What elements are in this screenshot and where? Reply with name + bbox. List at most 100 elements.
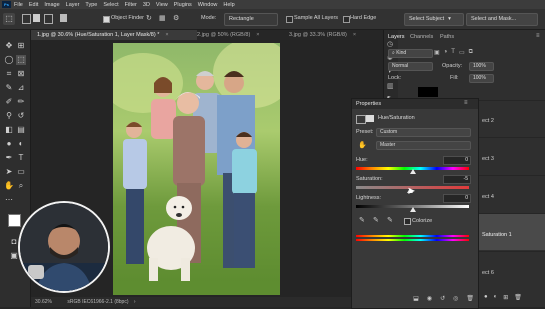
show-all-objects-icon[interactable]: ▦ (159, 14, 166, 22)
eyedropper-tool-icon[interactable]: ✎ (4, 83, 14, 93)
hand-tool-icon[interactable]: ✋ (4, 181, 14, 191)
adjustment-layer-icon[interactable]: ◐ (494, 294, 498, 304)
ruler-tool-icon[interactable]: ⊿ (16, 83, 26, 93)
delete-icon[interactable]: 🗑 (466, 295, 474, 305)
styles-icon[interactable]: ▥ (387, 82, 394, 90)
frame-tool-icon[interactable]: ⊠ (16, 69, 26, 79)
eyedropper-icon[interactable]: ✎ (359, 216, 365, 224)
intersect-selection-icon[interactable] (60, 14, 67, 22)
select-and-mask-button[interactable]: Select and Mask... (466, 13, 538, 26)
tab-3-jpg[interactable]: 3.jpg @ 33.3% (RGB/8) × (283, 30, 389, 40)
channel-dropdown[interactable]: Master (376, 141, 471, 150)
filter-smart-icon[interactable]: ⧉ (469, 49, 473, 57)
select-subject-button[interactable]: Select Subject ▾ (404, 13, 464, 26)
path-selection-tool-icon[interactable]: ➤ (4, 167, 14, 177)
properties-header[interactable]: Properties ≡ (352, 99, 478, 109)
eyedropper-subtract-icon[interactable]: ✎ (387, 216, 393, 224)
foreground-color-swatch[interactable] (8, 214, 21, 227)
clip-to-layer-icon[interactable]: ⬓ (413, 295, 419, 305)
opacity-field[interactable]: 100% (469, 62, 494, 71)
tab-layers[interactable]: Layers (388, 34, 405, 40)
chevron-right-icon[interactable]: › (134, 299, 136, 305)
rectangle-tool-icon[interactable]: ▭ (16, 167, 26, 177)
close-icon[interactable]: × (353, 32, 356, 38)
close-icon[interactable]: × (165, 32, 168, 38)
tab-channels[interactable]: Channels (410, 34, 433, 40)
sample-all-layers-checkbox[interactable] (286, 16, 293, 23)
new-layer-icon[interactable]: ● (484, 294, 488, 304)
eyedropper-add-icon[interactable]: ✎ (373, 216, 379, 224)
colorize-checkbox[interactable] (404, 218, 411, 225)
layer-name[interactable]: ect 2 (482, 118, 494, 124)
hard-edge-checkbox[interactable] (343, 16, 350, 23)
filter-adjustment-icon[interactable]: ◑ (444, 49, 448, 57)
filter-kind-dropdown[interactable]: ⌕ Kind (388, 49, 433, 58)
filter-shape-icon[interactable]: ▭ (459, 49, 465, 57)
targeted-adjustment-hand-icon[interactable]: ✋ (358, 141, 367, 149)
menu-image[interactable]: Image (44, 2, 59, 8)
type-tool-icon[interactable]: T (16, 153, 26, 163)
eraser-tool-icon[interactable]: ◧ (4, 125, 14, 135)
delete-layer-icon[interactable]: 🗑 (514, 294, 522, 304)
menu-edit[interactable]: Edit (29, 2, 38, 8)
settings-gear-icon[interactable]: ⚙ (173, 14, 179, 22)
tab-paths[interactable]: Paths (440, 34, 454, 40)
menu-3d[interactable]: 3D (143, 2, 150, 8)
clone-stamp-tool-icon[interactable]: ⚲ (4, 111, 14, 121)
pen-tool-icon[interactable]: ✒ (4, 153, 14, 163)
menu-file[interactable]: File (14, 2, 23, 8)
menu-plugins[interactable]: Plugins (174, 2, 192, 8)
history-icon[interactable]: ◷ (387, 40, 393, 48)
menu-filter[interactable]: Filter (125, 2, 137, 8)
menu-layer[interactable]: Layer (66, 2, 80, 8)
crop-tool-icon[interactable]: ⌗ (4, 69, 14, 79)
reset-icon[interactable]: ↺ (440, 295, 445, 305)
filter-pixel-icon[interactable]: ▣ (434, 49, 440, 57)
add-layer-icon[interactable]: ⊞ (503, 294, 508, 304)
preset-dropdown[interactable]: Custom (376, 128, 471, 137)
visibility-eye-icon[interactable]: ◎ (453, 295, 458, 305)
dodge-tool-icon[interactable]: ◐ (16, 139, 26, 149)
hue-field[interactable]: 0 (443, 156, 471, 165)
object-finder-checkbox[interactable] (103, 16, 110, 23)
history-brush-tool-icon[interactable]: ↺ (16, 111, 26, 121)
menu-help[interactable]: Help (223, 2, 234, 8)
menu-view[interactable]: View (156, 2, 168, 8)
artboard-tool-icon[interactable]: ⊞ (16, 41, 26, 51)
subtract-selection-icon[interactable] (44, 14, 53, 24)
zoom-level[interactable]: 30.62% (35, 299, 52, 305)
layer-name[interactable]: ect 4 (482, 194, 494, 200)
menu-select[interactable]: Select (103, 2, 118, 8)
panel-menu-icon[interactable]: ≡ (464, 100, 468, 106)
view-previous-icon[interactable]: ◉ (427, 295, 432, 305)
lightness-field[interactable]: 0 (443, 194, 471, 203)
layer-name[interactable]: ect 6 (482, 270, 494, 276)
fill-field[interactable]: 100% (469, 74, 494, 83)
refresh-icon[interactable]: ↻ (146, 14, 152, 22)
saturation-field[interactable]: -5 (443, 175, 471, 184)
pencil-tool-icon[interactable]: ✏ (16, 97, 26, 107)
blend-mode-dropdown[interactable]: Normal (388, 62, 433, 71)
layer-name[interactable]: Saturation 1 (482, 232, 512, 238)
object-selection-tool-icon[interactable]: ⬚ (3, 13, 15, 25)
filter-type-icon[interactable]: T (451, 49, 455, 57)
close-icon[interactable]: × (256, 32, 259, 38)
add-selection-icon[interactable] (33, 14, 40, 22)
move-tool-icon[interactable]: ✥ (4, 41, 14, 51)
layer-name[interactable]: ect 3 (482, 156, 494, 162)
gradient-tool-icon[interactable]: ▤ (16, 125, 26, 135)
blur-tool-icon[interactable]: ● (4, 139, 14, 149)
mask-icon[interactable] (366, 115, 374, 122)
family-photo[interactable] (113, 43, 280, 295)
lasso-tool-icon[interactable]: ◯ (4, 55, 14, 65)
brush-tool-icon[interactable]: ✐ (4, 97, 14, 107)
zoom-tool-icon[interactable]: ⌕ (16, 181, 26, 191)
menu-window[interactable]: Window (198, 2, 218, 8)
new-selection-icon[interactable] (22, 14, 31, 24)
panel-menu-icon[interactable]: ≡ (536, 33, 540, 39)
object-select-tool-icon[interactable]: ⬚ (16, 55, 26, 65)
lightness-slider-thumb[interactable] (409, 207, 416, 212)
tab-2-jpg[interactable]: 2.jpg @ 50% (RGB/8) × (191, 30, 289, 40)
more-tools-icon[interactable]: ⋯ (4, 195, 14, 205)
menu-type[interactable]: Type (85, 2, 97, 8)
